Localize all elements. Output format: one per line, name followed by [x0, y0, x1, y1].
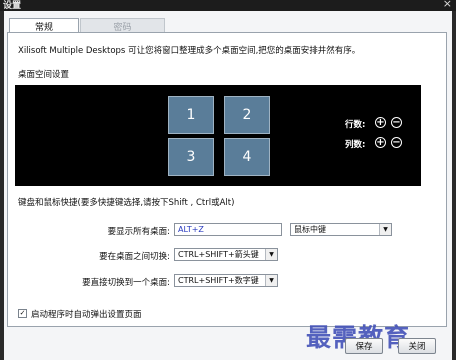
- desktop-tile-4[interactable]: 4: [224, 138, 270, 176]
- rows-plus-icon[interactable]: +: [375, 117, 386, 128]
- show-all-mouse-select[interactable]: 鼠标中键 ▼: [290, 223, 392, 236]
- app-description: Xilisoft Multiple Desktops 可让您将窗口整理成多个桌面…: [18, 46, 361, 56]
- tab-general[interactable]: 常规: [9, 18, 79, 33]
- chevron-down-icon[interactable]: ▼: [265, 275, 277, 286]
- direct-switch-value: CTRL+SHIFT+数字键: [178, 276, 259, 285]
- cols-minus-icon[interactable]: −: [391, 137, 402, 148]
- title-bar: 设置 ×: [0, 0, 456, 11]
- save-button[interactable]: 保存: [345, 338, 383, 354]
- desktop-settings-label: 桌面空间设置: [18, 70, 70, 80]
- cols-plus-icon[interactable]: +: [375, 137, 386, 148]
- switch-desktops-label: 要在桌面之间切换:: [99, 252, 170, 262]
- chevron-down-icon[interactable]: ▼: [265, 249, 277, 260]
- keyboard-shortcuts-label: 键盘和鼠标快捷(要多快捷键选择,请按下Shift , Ctrl或Alt): [18, 198, 235, 208]
- startup-label: 启动程序时自动弹出设置页面: [31, 310, 142, 320]
- show-all-mouse-value: 鼠标中键: [294, 225, 326, 234]
- desktop-tile-1[interactable]: 1: [168, 96, 214, 134]
- startup-checkbox[interactable]: ✓: [18, 309, 27, 318]
- direct-switch-label: 要直接切换到一个桌面:: [82, 278, 170, 288]
- show-all-desktops-input[interactable]: ALT+Z: [174, 223, 282, 236]
- cols-label: 列数:: [345, 140, 366, 150]
- rows-minus-icon[interactable]: −: [391, 117, 402, 128]
- desktop-tile-3[interactable]: 3: [168, 138, 214, 176]
- rows-label: 行数:: [345, 120, 366, 130]
- close-icon[interactable]: ×: [443, 0, 452, 10]
- desktop-tile-2[interactable]: 2: [224, 96, 270, 134]
- switch-desktops-select[interactable]: CTRL+SHIFT+箭头键 ▼: [174, 248, 278, 261]
- switch-desktops-value: CTRL+SHIFT+箭头键: [178, 250, 259, 259]
- close-button[interactable]: 关闭: [398, 338, 436, 354]
- chevron-down-icon[interactable]: ▼: [379, 224, 391, 235]
- tab-password[interactable]: 密码: [80, 18, 165, 33]
- show-all-desktops-label: 要显示所有桌面:: [107, 227, 170, 237]
- desktop-preview: 1 2 3 4 行数: + − 列数: + −: [15, 85, 421, 186]
- direct-switch-select[interactable]: CTRL+SHIFT+数字键 ▼: [174, 274, 278, 287]
- window-title: 设置: [3, 1, 22, 11]
